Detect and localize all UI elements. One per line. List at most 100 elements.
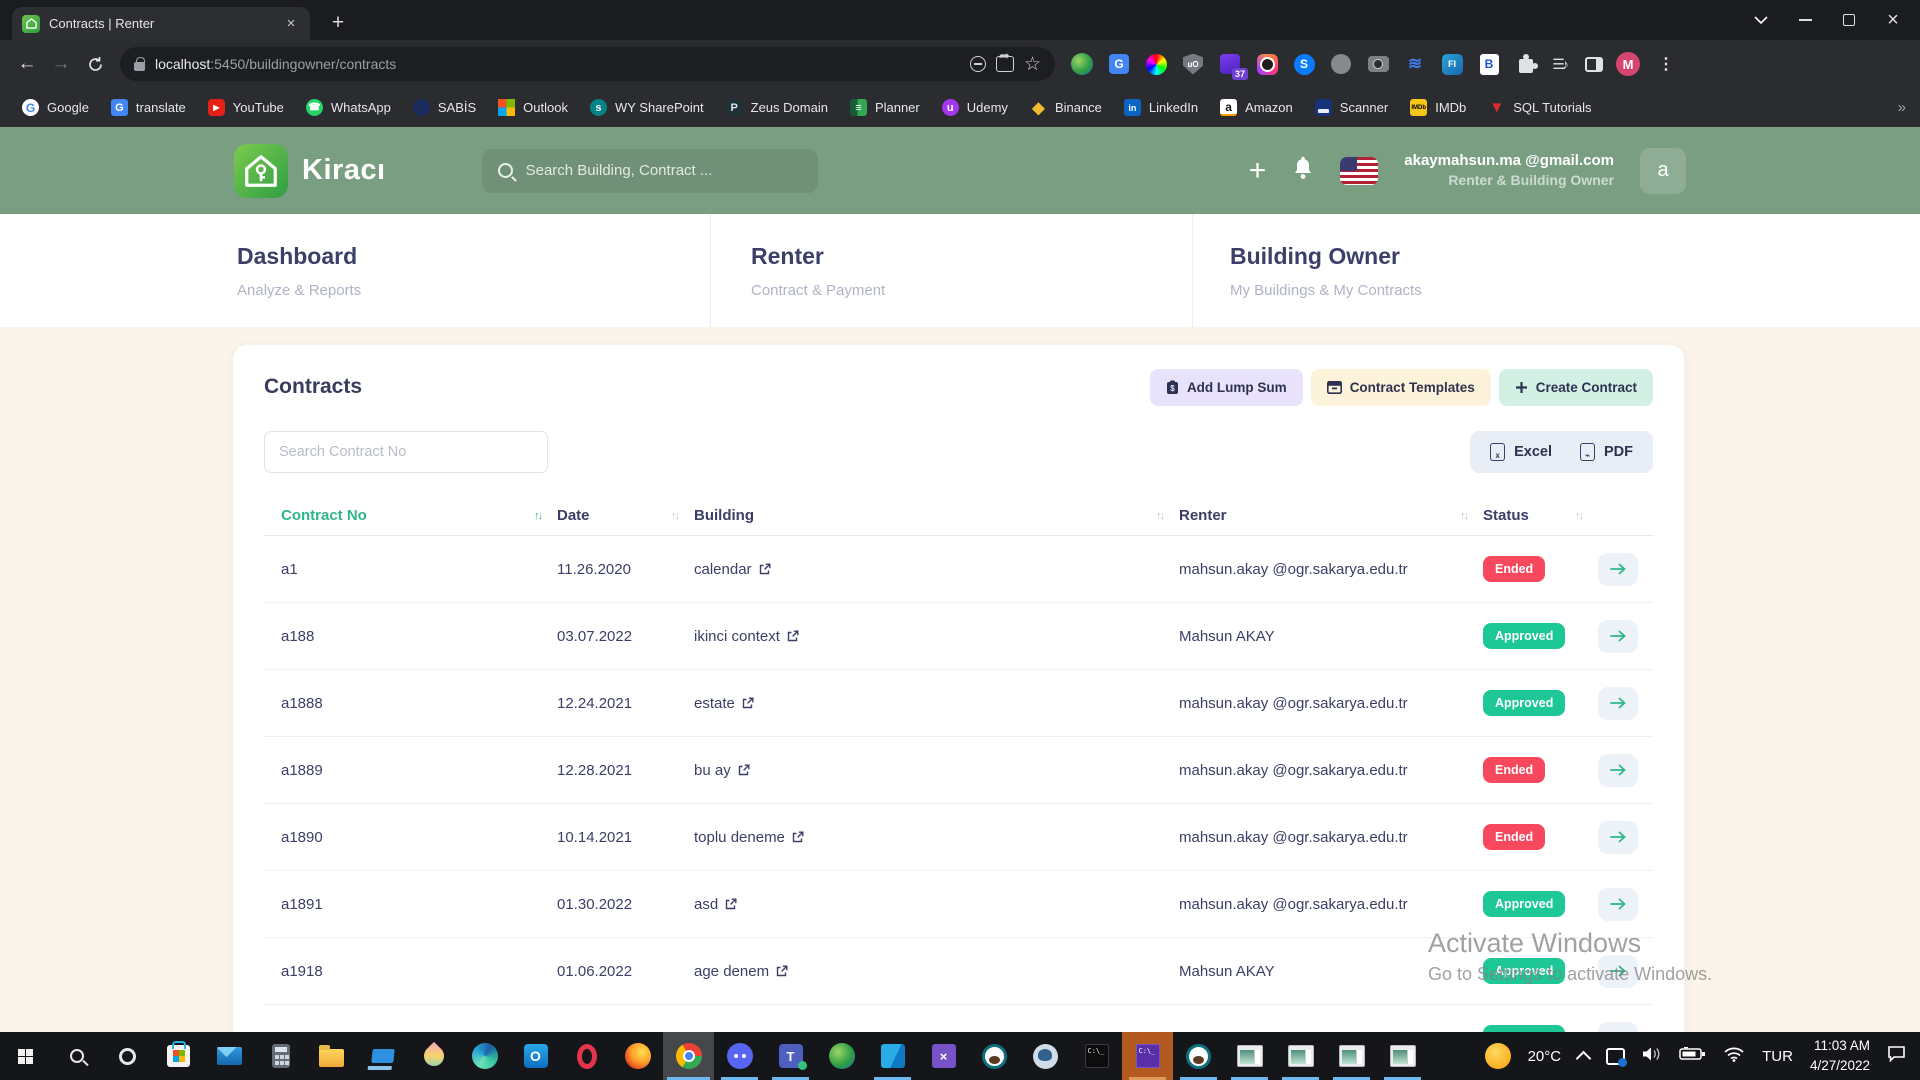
- address-bar[interactable]: localhost:5450/buildingowner/contracts ☆: [120, 47, 1055, 81]
- brand-name[interactable]: Kiracı: [302, 154, 386, 187]
- bookmark-item[interactable]: YouTube: [200, 96, 292, 119]
- bookmark-item[interactable]: Amazon: [1212, 96, 1301, 119]
- user-info[interactable]: akaymahsun.ma @gmail.com Renter & Buildi…: [1404, 151, 1614, 190]
- external-link-icon[interactable]: [787, 630, 799, 642]
- taskbar-discord-button[interactable]: [714, 1032, 765, 1080]
- weather-icon[interactable]: [1485, 1043, 1511, 1069]
- tab-close-icon[interactable]: ×: [282, 15, 300, 33]
- taskbar-window-preview-button[interactable]: [1326, 1032, 1377, 1080]
- action-center-icon[interactable]: [1887, 1045, 1906, 1067]
- search-page-icon[interactable]: [970, 56, 986, 72]
- sort-icon[interactable]: ↑↓: [534, 510, 541, 522]
- bookmark-item[interactable]: Outlook: [490, 96, 576, 119]
- table-row[interactable]: a1888 12.24.2021 estate mahsun.akay @ogr…: [264, 670, 1653, 737]
- language-flag-us[interactable]: [1340, 157, 1378, 185]
- browser-tab[interactable]: Contracts | Renter ×: [12, 7, 310, 40]
- header-search-input[interactable]: [526, 162, 802, 179]
- profile-avatar[interactable]: M: [1616, 52, 1640, 76]
- taskbar-opera-button[interactable]: [561, 1032, 612, 1080]
- taskbar-explorer-button[interactable]: [306, 1032, 357, 1080]
- tab-list-icon[interactable]: [1546, 51, 1572, 77]
- back-button[interactable]: ←: [10, 47, 44, 81]
- battery-icon[interactable]: [1679, 1047, 1706, 1066]
- taskbar-firefox-button[interactable]: [612, 1032, 663, 1080]
- row-detail-button[interactable]: [1598, 687, 1638, 720]
- row-detail-button[interactable]: [1598, 553, 1638, 586]
- building-link[interactable]: calendar: [694, 561, 752, 578]
- kebab-menu-icon[interactable]: [1653, 51, 1679, 77]
- bookmark-item[interactable]: SABİS: [405, 96, 484, 119]
- taskbar-cortana-button[interactable]: [102, 1032, 153, 1080]
- row-detail-button[interactable]: [1598, 620, 1638, 653]
- close-button[interactable]: ×: [1882, 9, 1904, 31]
- taskbar-window-preview-button[interactable]: [1275, 1032, 1326, 1080]
- nav-item-dashboard[interactable]: Dashboard Analyze & Reports: [237, 214, 711, 327]
- bookmark-item[interactable]: WY SharePoint: [582, 96, 712, 119]
- contract-templates-button[interactable]: Contract Templates: [1311, 369, 1491, 406]
- export-pdf-button[interactable]: PDF: [1566, 431, 1647, 473]
- external-link-icon[interactable]: [738, 764, 750, 776]
- building-link[interactable]: age denem: [694, 963, 769, 980]
- building-link[interactable]: asd: [694, 896, 718, 913]
- taskbar-calculator-button[interactable]: [255, 1032, 306, 1080]
- window-chevron-icon[interactable]: [1750, 9, 1772, 31]
- taskbar-outlook-tb-button[interactable]: [510, 1032, 561, 1080]
- reload-button[interactable]: [78, 47, 112, 81]
- taskbar-remote-button[interactable]: [357, 1032, 408, 1080]
- taskbar-chrome-tb-button[interactable]: [663, 1032, 714, 1080]
- contract-search-input[interactable]: [264, 431, 548, 473]
- app-logo[interactable]: [234, 144, 288, 198]
- user-avatar[interactable]: a: [1640, 148, 1686, 194]
- bookmark-item[interactable]: Planner: [842, 96, 928, 119]
- puzzle-icon[interactable]: [1519, 59, 1533, 73]
- external-link-icon[interactable]: [742, 697, 754, 709]
- taskbar-postgres-button[interactable]: [1020, 1032, 1071, 1080]
- taskbar-purple-cmd-button[interactable]: [1122, 1032, 1173, 1080]
- row-detail-button[interactable]: [1598, 955, 1638, 988]
- maximize-button[interactable]: [1838, 9, 1860, 31]
- nav-item-building-owner[interactable]: Building Owner My Buildings & My Contrac…: [1193, 214, 1422, 327]
- bookmark-item[interactable]: SQL Tutorials: [1480, 96, 1599, 119]
- building-link[interactable]: ikinci context: [694, 628, 780, 645]
- minimize-button[interactable]: [1794, 9, 1816, 31]
- taskbar-mail-button[interactable]: [204, 1032, 255, 1080]
- taskbar-visualstudio-button[interactable]: [918, 1032, 969, 1080]
- building-link[interactable]: estate: [694, 695, 735, 712]
- building-link[interactable]: bu ay: [694, 762, 731, 779]
- bookmarks-overflow-icon[interactable]: »: [1898, 99, 1906, 116]
- table-row[interactable]: a188 03.07.2022 ikinci context Mahsun AK…: [264, 603, 1653, 670]
- share-icon[interactable]: [996, 56, 1014, 72]
- taskbar-rainmeter-button[interactable]: [408, 1032, 459, 1080]
- sort-icon[interactable]: ↑↓: [671, 510, 678, 522]
- create-contract-button[interactable]: Create Contract: [1499, 369, 1653, 406]
- bookmark-item[interactable]: Scanner: [1307, 96, 1396, 119]
- taskbar-dbeaver-button[interactable]: [969, 1032, 1020, 1080]
- bookmark-item[interactable]: Google: [14, 96, 97, 119]
- external-link-icon[interactable]: [776, 965, 788, 977]
- export-excel-button[interactable]: Excel: [1476, 431, 1566, 473]
- table-row[interactable]: a1 11.26.2020 calendar mahsun.akay @ogr.…: [264, 536, 1653, 603]
- table-row[interactable]: a1891 01.30.2022 asd mahsun.akay @ogr.sa…: [264, 871, 1653, 938]
- language-indicator[interactable]: TUR: [1762, 1048, 1793, 1065]
- forward-button[interactable]: →: [44, 47, 78, 81]
- table-row[interactable]: a1890 10.14.2021 toplu deneme mahsun.aka…: [264, 804, 1653, 871]
- taskbar-edge-button[interactable]: [459, 1032, 510, 1080]
- temperature-label[interactable]: 20°C: [1528, 1048, 1562, 1065]
- volume-icon[interactable]: [1642, 1046, 1662, 1067]
- taskbar-window-preview-button[interactable]: [1377, 1032, 1428, 1080]
- bookmark-item[interactable]: Binance: [1022, 96, 1110, 119]
- column-header[interactable]: Date ↑↓: [557, 507, 694, 524]
- building-link[interactable]: toplu deneme: [694, 829, 785, 846]
- taskbar-window-preview-button[interactable]: [1224, 1032, 1275, 1080]
- table-row[interactable]: a1889 12.28.2021 bu ay mahsun.akay @ogr.…: [264, 737, 1653, 804]
- row-detail-button[interactable]: [1598, 888, 1638, 921]
- taskbar-vscode-button[interactable]: [867, 1032, 918, 1080]
- table-row[interactable]: a1918 01.06.2022 age denem Mahsun AKAY A…: [264, 938, 1653, 1005]
- tray-chevron-icon[interactable]: [1576, 1051, 1592, 1067]
- header-add-icon[interactable]: +: [1249, 156, 1267, 186]
- add-lump-sum-button[interactable]: $ Add Lump Sum: [1150, 369, 1303, 406]
- taskbar-teams-button[interactable]: [765, 1032, 816, 1080]
- wifi-icon[interactable]: [1723, 1046, 1745, 1067]
- taskbar-dbeaver-button[interactable]: [1173, 1032, 1224, 1080]
- header-search[interactable]: [482, 149, 818, 193]
